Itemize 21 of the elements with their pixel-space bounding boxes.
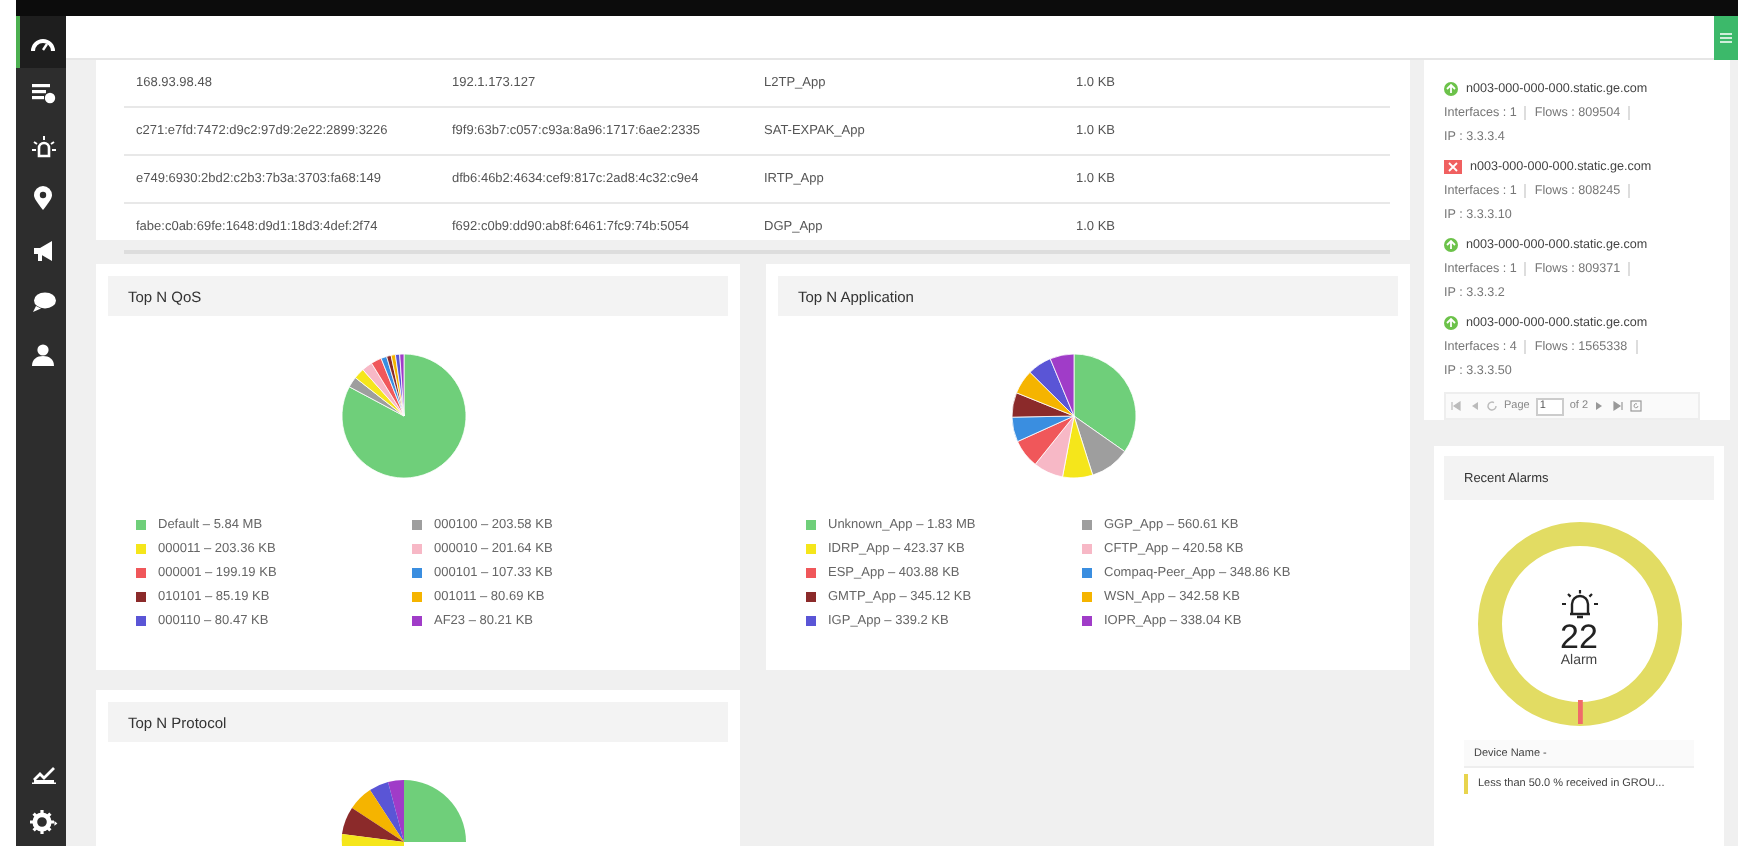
megaphone-icon <box>31 239 55 261</box>
menu-icon <box>1720 32 1732 44</box>
gear-icon <box>29 810 57 834</box>
list-icon <box>31 84 55 104</box>
first-page-icon <box>1450 400 1462 412</box>
last-page-button[interactable] <box>1612 400 1625 412</box>
chat-icon <box>31 292 55 312</box>
pie-chart-drawing <box>340 778 468 846</box>
refresh-icon <box>1486 400 1498 412</box>
bell-icon <box>1561 589 1597 619</box>
user-icon <box>32 343 54 365</box>
previous-page-icon <box>1468 400 1480 412</box>
next-page-icon <box>1594 400 1607 412</box>
gauge-icon <box>30 33 56 51</box>
alarm-count: 22 <box>1560 619 1598 653</box>
sidebar-item[interactable] <box>16 16 66 68</box>
line-chart-icon <box>31 764 55 784</box>
reload-icon <box>1630 400 1643 412</box>
map-pin-icon <box>34 186 52 210</box>
next-page-button[interactable] <box>1594 400 1607 412</box>
last-page-icon <box>1612 400 1625 412</box>
